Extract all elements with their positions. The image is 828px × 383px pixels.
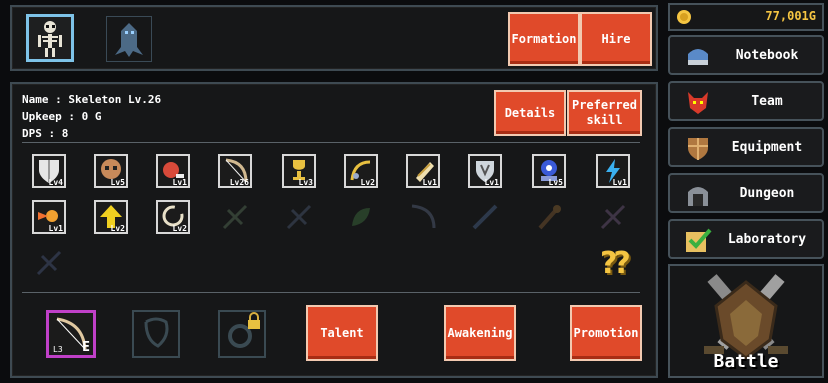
locked-skill-4 [406, 200, 440, 234]
promotion-button[interactable]: Promotion [570, 305, 642, 361]
locked-skill-5 [468, 200, 502, 234]
locked-skill-7 [596, 200, 630, 234]
spear-icon [472, 204, 498, 230]
skill-fire[interactable]: Lv1 [32, 200, 66, 234]
sidebar-item-label: Team [751, 93, 783, 109]
formation-button[interactable]: Formation [508, 12, 580, 66]
skill-trophy[interactable]: Lv3 [282, 154, 316, 188]
equip-slot-weapon[interactable]: L3 E [46, 310, 96, 358]
details-button[interactable]: Details [494, 90, 566, 136]
hire-button[interactable]: Hire [580, 12, 652, 66]
sidebar-item-equipment[interactable]: Equipment [668, 127, 824, 167]
coin-icon [677, 10, 691, 24]
demon-mask-icon [688, 92, 708, 114]
battle-label: Battle [713, 351, 779, 372]
crossbow-icon [222, 204, 248, 230]
talent-button[interactable]: Talent [306, 305, 378, 361]
skill-level: Lv2 [172, 224, 187, 233]
skill-level: Lv1 [612, 178, 627, 187]
skill-crest[interactable]: Lv1 [468, 154, 502, 188]
locked-skill-8 [32, 246, 66, 280]
crossbow-icon [286, 204, 312, 230]
sidebar-item-notebook[interactable]: Notebook [668, 35, 824, 75]
skill-lightning[interactable]: Lv1 [596, 154, 630, 188]
crossbow-icon [36, 250, 62, 276]
locked-skill-3 [344, 200, 378, 234]
skill-meat[interactable]: Lv1 [156, 154, 190, 188]
battle-button[interactable]: Battle [668, 264, 824, 378]
skill-skull[interactable]: Lv5 [94, 154, 128, 188]
bow-icon [411, 204, 436, 229]
amulet-icon [144, 317, 169, 348]
gold-display: 77,001G [668, 3, 824, 31]
unit-name: Name : Skeleton Lv.26 [22, 93, 162, 106]
equip-slot-amulet[interactable] [132, 310, 180, 358]
skill-level: Lv1 [484, 178, 499, 187]
skill-level: Lv2 [110, 224, 125, 233]
skill-level: Lv1 [48, 224, 63, 233]
skill-ring[interactable]: Lv2 [156, 200, 190, 234]
skill-level: Lv1 [422, 178, 437, 187]
sidebar-item-label: Notebook [735, 47, 799, 63]
check-icon [686, 228, 712, 252]
skill-scroll[interactable]: Lv1 [406, 154, 440, 188]
skill-level: Lv5 [548, 178, 563, 187]
unit-slot-wraith[interactable] [106, 16, 152, 62]
skill-level: Lv4 [48, 178, 63, 187]
sidebar-item-team[interactable]: Team [668, 81, 824, 121]
crossbow-icon [600, 204, 626, 230]
sidebar-item-dungeon[interactable]: Dungeon [668, 173, 824, 213]
unit-dps: DPS : 8 [22, 127, 69, 140]
divider-top [22, 142, 640, 143]
skill-bow[interactable]: Lv26 [218, 154, 252, 188]
leaf-icon [352, 208, 370, 226]
skill-level: Lv5 [110, 178, 125, 187]
unit-slot-skeleton[interactable] [26, 14, 74, 62]
locked-skill-6 [532, 200, 566, 234]
skill-level: Lv26 [229, 178, 249, 187]
equip-grade: E [82, 340, 90, 355]
skill-level: Lv1 [172, 178, 187, 187]
skill-shield[interactable]: Lv4 [32, 154, 66, 188]
wraith-icon [115, 23, 143, 57]
divider-bottom [22, 292, 640, 293]
dungeon-gate-icon [688, 187, 708, 206]
armor-icon [688, 138, 708, 160]
gold-amount: 77,001G [765, 9, 816, 23]
skeleton-icon [38, 21, 62, 57]
lock-icon [248, 312, 260, 329]
preferred-skill-button[interactable]: Preferred skill [567, 90, 642, 136]
sidebar-item-laboratory[interactable]: Laboratory [668, 219, 824, 259]
equip-slot-ring[interactable] [218, 310, 266, 358]
unit-upkeep: Upkeep : 0 G [22, 110, 102, 123]
sidebar-item-label: Equipment [731, 139, 803, 155]
locked-skill-2 [282, 200, 316, 234]
skill-arrow-up[interactable]: Lv2 [94, 200, 128, 234]
awakening-button[interactable]: Awakening [444, 305, 516, 361]
skill-eye[interactable]: Lv5 [532, 154, 566, 188]
unknown-skill-mark[interactable]: ?? [600, 246, 631, 281]
sidebar-item-label: Laboratory [727, 231, 807, 247]
sidebar-item-label: Dungeon [739, 185, 795, 201]
equip-level: L3 [53, 345, 63, 354]
locked-skill-1 [218, 200, 252, 234]
skill-level: Lv3 [298, 178, 313, 187]
helmet-icon [688, 49, 708, 65]
torch-icon [538, 205, 561, 230]
skill-whip[interactable]: Lv2 [344, 154, 378, 188]
skill-level: Lv2 [360, 178, 375, 187]
